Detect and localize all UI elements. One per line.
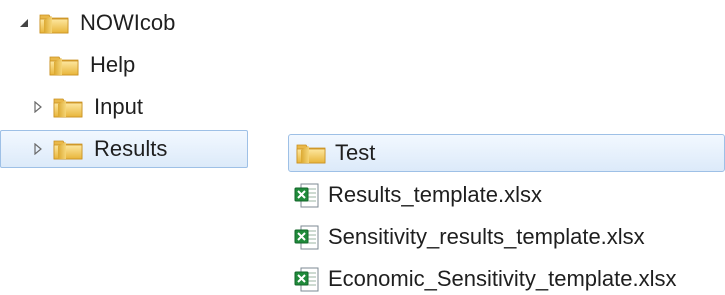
tree-item-label: Input [94,94,143,119]
excel-file-icon [294,181,320,209]
file-name: Results_template.xlsx [328,182,542,207]
folder-icon [48,53,80,77]
list-item-economic-sensitivity-template[interactable]: Economic_Sensitivity_template.xlsx [294,260,676,295]
folder-icon [38,11,70,35]
tree-item-label: Results [94,136,168,161]
tree-item-results[interactable]: Results [0,130,248,168]
explorer-window: NOWIcob Help Input Results Test Results_… [0,0,725,295]
file-name: Sensitivity_results_template.xlsx [328,224,645,249]
tree-item-input[interactable]: Input [30,88,143,126]
tree-item-label: NOWIcob [80,10,176,35]
folder-icon [52,95,84,119]
file-name: Economic_Sensitivity_template.xlsx [328,266,677,291]
tree-item-label: Help [90,52,136,77]
folder-tree: NOWIcob Help Input Results [0,0,260,180]
file-name: Test [335,140,376,165]
folder-icon [295,141,327,165]
excel-file-icon [294,265,320,293]
expanded-arrow-icon[interactable] [16,15,32,31]
excel-file-icon [294,223,320,251]
folder-icon [52,137,84,161]
collapsed-arrow-icon[interactable] [30,141,46,157]
list-item-results-template[interactable]: Results_template.xlsx [294,176,542,214]
collapsed-arrow-icon[interactable] [30,99,46,115]
list-item-sensitivity-results-template[interactable]: Sensitivity_results_template.xlsx [294,218,645,256]
list-item-test-folder[interactable]: Test [288,134,725,172]
tree-item-help[interactable]: Help [48,46,135,84]
tree-item-nowicob[interactable]: NOWIcob [16,4,175,42]
